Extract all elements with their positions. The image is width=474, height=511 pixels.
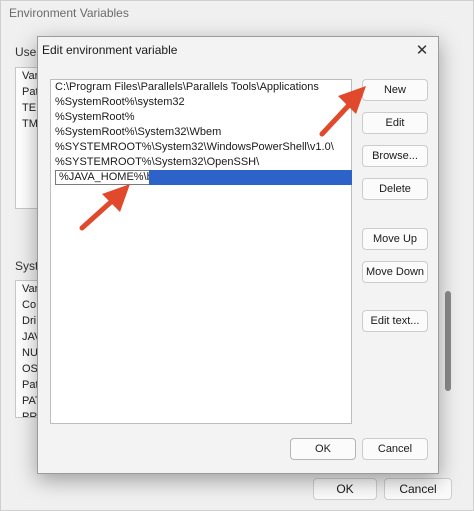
list-item[interactable]: %SYSTEMROOT%\System32\WindowsPowerShell\… <box>51 140 351 155</box>
selection-highlight <box>149 170 352 185</box>
list-item[interactable]: %SYSTEMROOT%\System32\OpenSSH\ <box>51 155 351 170</box>
move-up-button[interactable]: Move Up <box>362 228 428 250</box>
list-item[interactable]: %SystemRoot%\system32 <box>51 95 351 110</box>
dialog-title: Edit environment variable <box>42 43 178 57</box>
path-list[interactable]: C:\Program Files\Parallels\Parallels Too… <box>50 79 352 424</box>
browse-button[interactable]: Browse... <box>362 145 428 167</box>
parent-ok-button[interactable]: OK <box>313 478 377 500</box>
list-item[interactable]: %SystemRoot% <box>51 110 351 125</box>
edit-environment-variable-dialog: Edit environment variable ✕ C:\Program F… <box>37 36 439 474</box>
list-item-editing[interactable]: %JAVA_HOME%\bin <box>51 170 352 185</box>
edit-text-button[interactable]: Edit text... <box>362 310 428 332</box>
move-down-button[interactable]: Move Down <box>362 261 428 283</box>
delete-button[interactable]: Delete <box>362 178 428 200</box>
new-button[interactable]: New <box>362 79 428 101</box>
list-item[interactable]: C:\Program Files\Parallels\Parallels Too… <box>51 80 351 95</box>
close-icon[interactable]: ✕ <box>412 40 432 60</box>
edit-button[interactable]: Edit <box>362 112 428 134</box>
window-title: Environment Variables <box>9 6 129 20</box>
cancel-button[interactable]: Cancel <box>362 438 428 460</box>
list-item[interactable]: %SystemRoot%\System32\Wbem <box>51 125 351 140</box>
parent-cancel-button[interactable]: Cancel <box>384 478 452 500</box>
ok-button[interactable]: OK <box>290 438 356 460</box>
system-list-scrollbar[interactable] <box>445 291 451 391</box>
